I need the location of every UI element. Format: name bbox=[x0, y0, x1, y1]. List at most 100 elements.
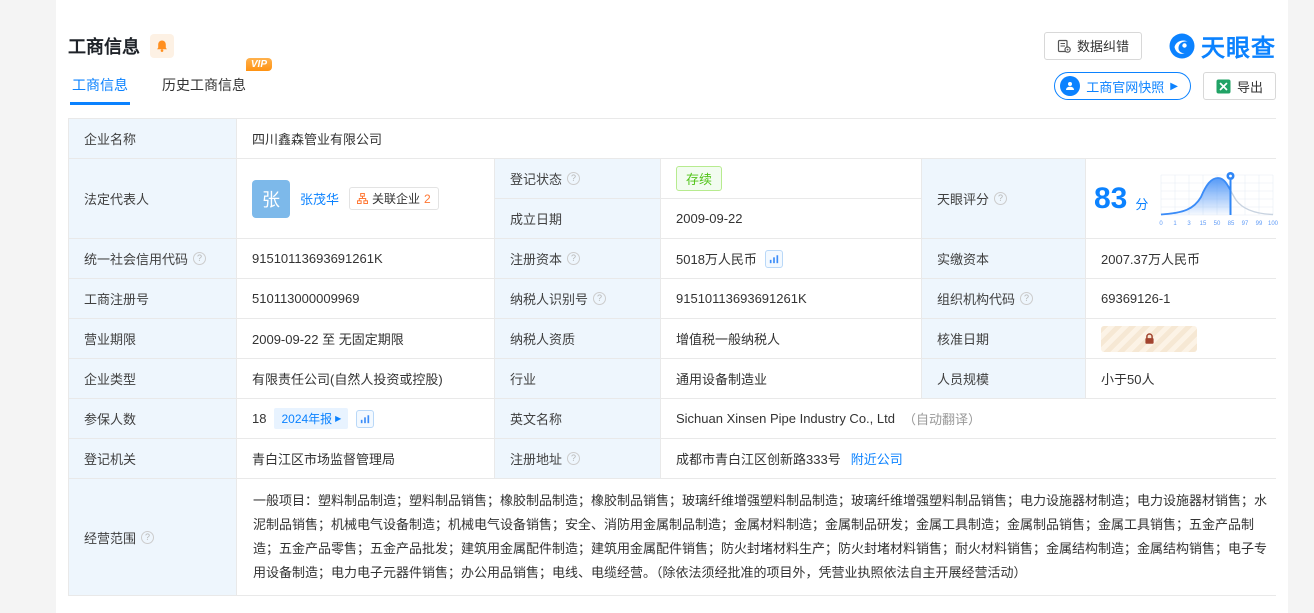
reg-status-value: 存续 bbox=[661, 159, 921, 198]
export-button[interactable]: 导出 bbox=[1202, 72, 1276, 100]
tab-history-business-info[interactable]: 历史工商信息 VIP bbox=[160, 58, 272, 105]
snapshot-icon bbox=[1060, 76, 1081, 96]
subscribe-bell-button[interactable] bbox=[150, 33, 174, 58]
page-title: 工商信息 bbox=[68, 36, 140, 57]
industry-label: 行业 bbox=[495, 359, 660, 398]
lock-icon bbox=[1144, 333, 1154, 344]
official-snapshot-button[interactable]: 工商官网快照 ▶ bbox=[1054, 72, 1191, 100]
brand-name: 天眼查 bbox=[1201, 35, 1276, 62]
status-badge: 存续 bbox=[676, 166, 723, 191]
reg-authority-value: 青白江区市场监督管理局 bbox=[237, 439, 494, 478]
tab-business-info-label: 工商信息 bbox=[72, 77, 128, 93]
related-companies-count: 2 bbox=[424, 191, 431, 206]
taxpayer-id-value: 91510113693691261K bbox=[661, 279, 921, 318]
svg-text:100: 100 bbox=[1268, 221, 1278, 227]
capital-trend-button[interactable] bbox=[764, 249, 783, 268]
industry-value: 通用设备制造业 bbox=[661, 359, 921, 398]
taxpayer-quality-value: 增值税一般纳税人 bbox=[661, 319, 921, 358]
company-name-value: 四川鑫森管业有限公司 bbox=[237, 119, 1287, 158]
reg-capital-label: 注册资本? bbox=[495, 239, 660, 278]
credit-code-label: 统一社会信用代码? bbox=[69, 239, 236, 278]
business-scope-label: 经营范围? bbox=[69, 479, 236, 595]
company-type-label: 企业类型 bbox=[69, 359, 236, 398]
tianyancha-eye-icon bbox=[1169, 33, 1195, 58]
score-unit: 分 bbox=[1135, 197, 1149, 212]
tyc-score-value[interactable]: 83 分 0 1 3 15 50 85 97 99 100 bbox=[1086, 159, 1287, 238]
credit-code-value: 91510113693691261K bbox=[237, 239, 494, 278]
chevron-right-icon: ▶ bbox=[335, 414, 342, 423]
company-name-label: 企业名称 bbox=[69, 119, 236, 158]
svg-text:97: 97 bbox=[1242, 221, 1249, 227]
bell-icon bbox=[157, 40, 167, 52]
annual-report-badge[interactable]: 2024年报 ▶ bbox=[274, 408, 349, 429]
establish-date-label: 成立日期 bbox=[495, 199, 660, 238]
bar-chart-icon bbox=[361, 414, 370, 423]
svg-text:3: 3 bbox=[1188, 221, 1192, 227]
reg-address-value: 成都市青白江区创新路333号 附近公司 bbox=[661, 439, 1287, 478]
tab-business-info[interactable]: 工商信息 bbox=[70, 67, 130, 105]
help-icon[interactable]: ? bbox=[567, 452, 581, 465]
svg-text:50: 50 bbox=[1214, 221, 1221, 227]
related-companies-label: 关联企业 bbox=[372, 192, 421, 206]
data-correction-button[interactable]: 数据纠错 bbox=[1043, 31, 1142, 60]
help-icon[interactable]: ? bbox=[193, 252, 207, 265]
org-code-label: 组织机构代码? bbox=[922, 279, 1085, 318]
nearby-companies-link[interactable]: 附近公司 bbox=[851, 449, 903, 468]
reg-status-label: 登记状态? bbox=[495, 159, 660, 198]
score-distribution-chart: 0 1 3 15 50 85 97 99 100 bbox=[1160, 171, 1278, 227]
legal-rep-avatar[interactable]: 张 bbox=[252, 179, 290, 218]
header-right: 数据纠错 天眼查 bbox=[1043, 28, 1276, 63]
help-icon[interactable]: ? bbox=[567, 252, 581, 265]
taxpayer-id-label: 纳税人识别号? bbox=[495, 279, 660, 318]
help-icon[interactable]: ? bbox=[593, 292, 607, 305]
tab-history-label: 历史工商信息 bbox=[162, 77, 246, 93]
svg-text:99: 99 bbox=[1256, 221, 1263, 227]
header: 工商信息 数据纠错 天眼查 bbox=[68, 0, 1276, 63]
reg-authority-label: 登记机关 bbox=[69, 439, 236, 478]
help-icon[interactable]: ? bbox=[567, 172, 581, 185]
business-term-value: 2009-09-22 至 无固定期限 bbox=[237, 319, 494, 358]
paid-capital-value: 2007.37万人民币 bbox=[1086, 239, 1287, 278]
bar-chart-icon bbox=[769, 254, 779, 263]
staff-size-value: 小于50人 bbox=[1086, 359, 1287, 398]
insured-count-value: 18 2024年报 ▶ bbox=[237, 399, 494, 438]
tabs-row: 工商信息 历史工商信息 VIP 工商官网快照 ▶ 导出 bbox=[68, 58, 1276, 105]
english-name-value: Sichuan Xinsen Pipe Industry Co., Ltd （自… bbox=[661, 399, 1287, 438]
auto-translate-note: （自动翻译） bbox=[902, 412, 981, 427]
help-icon[interactable]: ? bbox=[994, 192, 1008, 205]
chevron-right-icon: ▶ bbox=[1170, 80, 1178, 92]
excel-icon bbox=[1216, 79, 1231, 93]
legal-rep-value: 张 张茂华 关联企业 2 bbox=[237, 159, 494, 238]
svg-text:0: 0 bbox=[1160, 221, 1164, 227]
reg-number-value: 510113000009969 bbox=[237, 279, 494, 318]
table-actions: 工商官网快照 ▶ 导出 bbox=[1054, 72, 1276, 100]
related-companies-badge[interactable]: 关联企业 2 bbox=[349, 187, 439, 210]
svg-text:85: 85 bbox=[1228, 221, 1235, 227]
title-wrap: 工商信息 bbox=[68, 33, 174, 59]
data-correction-icon bbox=[1057, 39, 1071, 53]
help-icon[interactable]: ? bbox=[141, 530, 155, 544]
staff-size-label: 人员规模 bbox=[922, 359, 1085, 398]
legal-rep-label: 法定代表人 bbox=[69, 159, 236, 238]
english-name-label: 英文名称 bbox=[495, 399, 660, 438]
data-correction-label: 数据纠错 bbox=[1076, 39, 1129, 54]
score-number: 83 bbox=[1094, 181, 1128, 215]
approval-date-label: 核准日期 bbox=[922, 319, 1085, 358]
tabs: 工商信息 历史工商信息 VIP bbox=[68, 58, 272, 105]
business-term-label: 营业期限 bbox=[69, 319, 236, 358]
insured-trend-button[interactable] bbox=[356, 409, 375, 428]
legal-rep-name-link[interactable]: 张茂华 bbox=[300, 189, 339, 208]
business-info-panel: 工商信息 数据纠错 天眼查 工商信息 历史工商信息 VIP 工商官网快照 ▶ 导… bbox=[56, 0, 1288, 613]
locked-value[interactable] bbox=[1101, 325, 1197, 352]
vip-badge: VIP bbox=[245, 58, 272, 71]
svg-text:1: 1 bbox=[1174, 221, 1178, 227]
business-info-table: 企业名称 四川鑫森管业有限公司 法定代表人 张 张茂华 关联企业 2 登记状态?… bbox=[68, 118, 1287, 596]
establish-date-value: 2009-09-22 bbox=[661, 199, 921, 238]
reg-number-label: 工商注册号 bbox=[69, 279, 236, 318]
brand-logo[interactable]: 天眼查 bbox=[1168, 28, 1276, 63]
business-scope-value: 一般项目：塑料制品制造；塑料制品销售；橡胶制品制造；橡胶制品销售；玻璃纤维增强塑… bbox=[237, 479, 1287, 595]
insured-count-label: 参保人数 bbox=[69, 399, 236, 438]
official-snapshot-label: 工商官网快照 bbox=[1086, 79, 1165, 95]
reg-capital-value: 5018万人民币 bbox=[661, 239, 921, 278]
help-icon[interactable]: ? bbox=[1020, 292, 1034, 305]
